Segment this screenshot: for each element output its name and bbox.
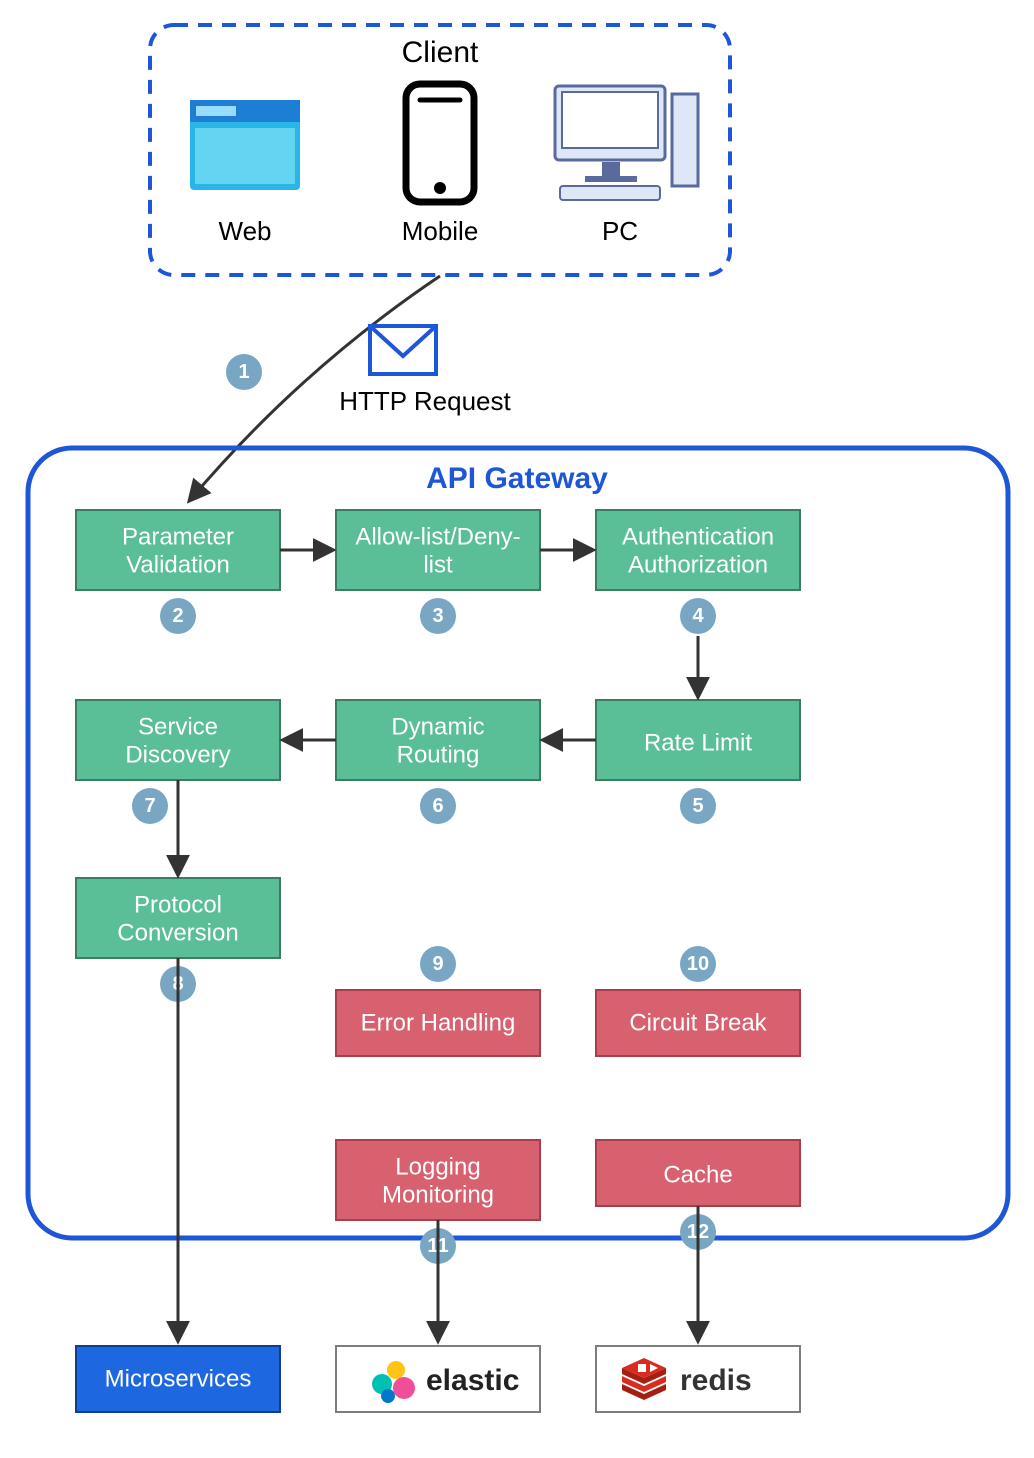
envelope-icon: [370, 326, 436, 374]
step-label-11a: Logging: [395, 1153, 480, 1180]
step-label-6b: Routing: [397, 741, 480, 768]
web-browser-icon: [190, 100, 300, 190]
step-label-2a: Parameter: [122, 523, 234, 550]
step-label-10: Circuit Break: [629, 1009, 767, 1036]
step-num-5: 5: [692, 795, 703, 817]
step-label-7b: Discovery: [125, 741, 230, 768]
step-label-4b: Authorization: [628, 551, 768, 578]
step-label-8b: Conversion: [117, 919, 238, 946]
step-num-6: 6: [432, 795, 443, 817]
step-label-12: Cache: [663, 1161, 732, 1188]
sink-redis-label: redis: [680, 1364, 752, 1397]
step-label-6a: Dynamic: [391, 713, 484, 740]
step-label-3a: Allow-list/Deny-: [355, 523, 520, 550]
step-num-3: 3: [432, 605, 443, 627]
smartphone-icon: [406, 84, 474, 202]
step-num-1: 1: [238, 361, 249, 383]
step-label-5: Rate Limit: [644, 729, 752, 756]
step-label-2b: Validation: [126, 551, 230, 578]
step-label-11b: Monitoring: [382, 1181, 494, 1208]
desktop-pc-icon: [555, 86, 698, 200]
step-label-3b: list: [423, 551, 453, 578]
client-pc-label: PC: [602, 216, 638, 246]
step-num-9: 9: [432, 953, 443, 975]
http-request-label: HTTP Request: [339, 386, 511, 416]
client-title: Client: [402, 36, 479, 69]
step-label-4a: Authentication: [622, 523, 774, 550]
sink-microservices-label: Microservices: [105, 1365, 252, 1392]
step-label-8a: Protocol: [134, 891, 222, 918]
step-label-7a: Service: [138, 713, 218, 740]
sink-elastic-label: elastic: [426, 1364, 519, 1397]
step-num-7: 7: [144, 795, 155, 817]
step-num-2: 2: [172, 605, 183, 627]
client-mobile-label: Mobile: [402, 216, 479, 246]
step-label-9: Error Handling: [361, 1009, 516, 1036]
step-num-4: 4: [692, 605, 704, 627]
api-gateway-title: API Gateway: [426, 462, 608, 495]
step-num-10: 10: [687, 953, 709, 975]
api-gateway-diagram: Client Web Mobile PC 1 HTTP Request API …: [0, 0, 1034, 1458]
client-web-label: Web: [219, 216, 272, 246]
